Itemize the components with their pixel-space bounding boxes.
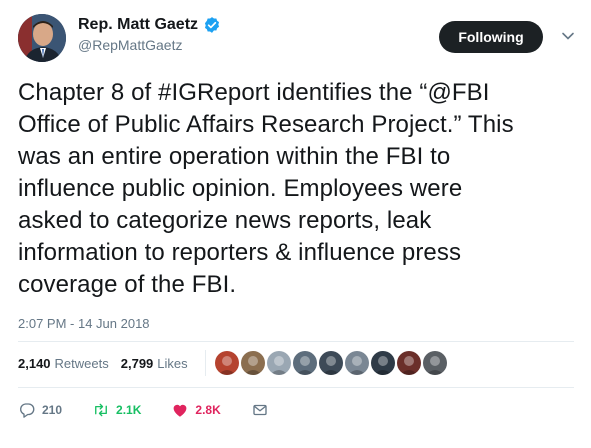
avatar-image	[18, 14, 66, 62]
tweet-stats: 2,140 Retweets 2,799 Likes	[18, 356, 200, 371]
liker-avatar[interactable]	[241, 351, 265, 375]
divider	[18, 387, 574, 388]
stats-separator	[205, 350, 206, 376]
retweets-label: Retweets	[54, 356, 109, 371]
direct-message-action[interactable]	[251, 401, 275, 419]
author-handle[interactable]: @RepMattGaetz	[78, 37, 221, 53]
like-action[interactable]: 2.8K	[171, 401, 221, 419]
liker-avatar[interactable]	[267, 351, 291, 375]
tweet-text-line: Office of Public Affairs Research Projec…	[18, 111, 514, 138]
tweet-actions: 210 2.1K 2.8K	[18, 401, 275, 419]
author-info: Rep. Matt Gaetz @RepMattGaetz	[78, 16, 221, 53]
liker-avatar[interactable]	[319, 351, 343, 375]
tweet-card: Rep. Matt Gaetz @RepMattGaetz Following …	[0, 0, 591, 448]
tweet-text-line: coverage of the FBI.	[18, 271, 237, 298]
retweet-action[interactable]: 2.1K	[92, 401, 141, 419]
reply-action[interactable]: 210	[18, 401, 62, 419]
liker-avatars	[215, 351, 449, 375]
retweets-count: 2,140	[18, 356, 51, 371]
liker-avatar[interactable]	[293, 351, 317, 375]
retweet-count: 2.1K	[116, 403, 142, 417]
author-avatar[interactable]	[18, 14, 66, 62]
tweet-text-line: information to reporters & influence pre…	[18, 239, 462, 266]
following-button[interactable]: Following	[439, 21, 543, 53]
likes-label: Likes	[157, 356, 188, 371]
divider	[18, 341, 574, 342]
mail-icon	[253, 404, 267, 416]
liker-avatar[interactable]	[397, 351, 421, 375]
reply-icon	[20, 403, 35, 418]
likes-count: 2,799	[120, 356, 154, 371]
tweet-text-line: influence public opinion. Employees were	[18, 175, 463, 202]
author-name[interactable]: Rep. Matt Gaetz	[78, 16, 198, 34]
tweet-text: Chapter 8 of #IGReport identifies the “@…	[18, 77, 578, 301]
tweet-text-line: asked to categorize news reports, leak	[18, 207, 432, 234]
liker-avatar[interactable]	[215, 351, 239, 375]
liker-avatar[interactable]	[371, 351, 395, 375]
verified-badge-icon	[204, 17, 220, 33]
chevron-down-icon[interactable]	[561, 29, 575, 43]
tweet-text-line: was an entire operation within the FBI t…	[18, 143, 451, 170]
likes-stat[interactable]: 2,799 Likes	[121, 356, 188, 371]
reply-count: 210	[42, 403, 63, 417]
liker-avatar[interactable]	[345, 351, 369, 375]
liker-avatar[interactable]	[423, 351, 447, 375]
tweet-timestamp[interactable]: 2:07 PM - 14 Jun 2018	[18, 316, 150, 331]
like-count: 2.8K	[195, 403, 221, 417]
retweets-stat[interactable]: 2,140 Retweets	[18, 356, 109, 371]
heart-icon	[174, 404, 187, 417]
author-name-row: Rep. Matt Gaetz	[78, 16, 221, 34]
retweet-icon	[95, 403, 107, 417]
tweet-text-line: Chapter 8 of #IGReport identifies the “@…	[18, 79, 490, 106]
